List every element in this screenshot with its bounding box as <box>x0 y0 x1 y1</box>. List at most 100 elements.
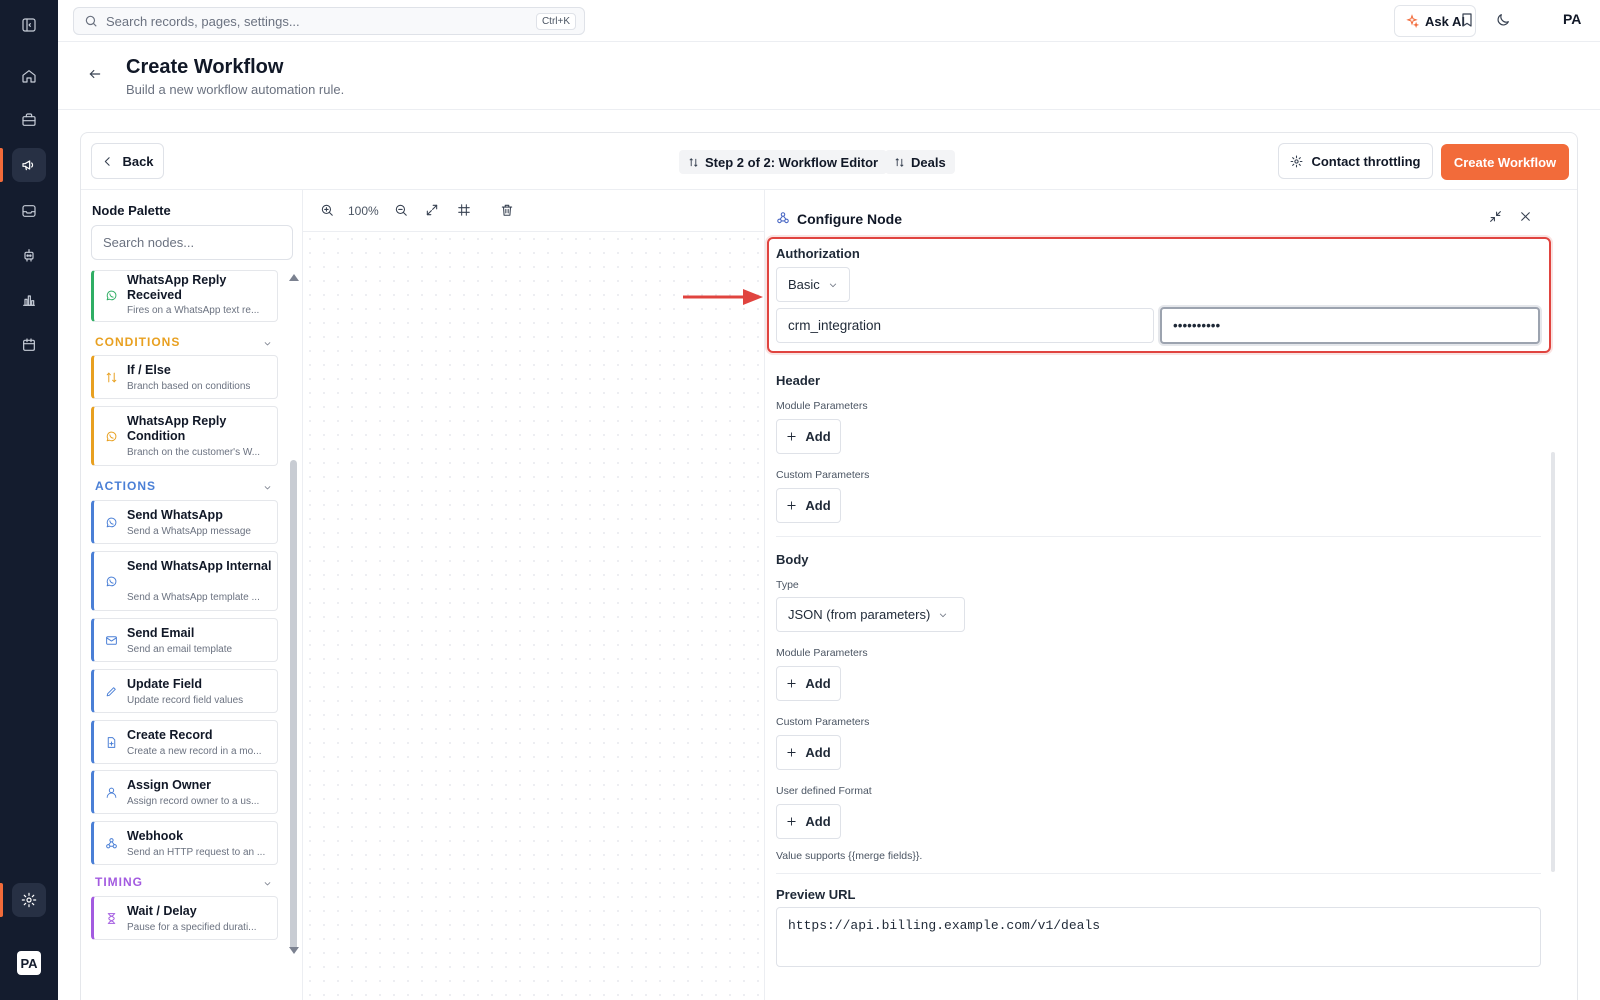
sidebar-item-calendar[interactable] <box>12 328 46 362</box>
sidebar-item-inbox[interactable] <box>12 194 46 228</box>
plus-icon <box>787 679 796 688</box>
search-icon <box>85 15 97 27</box>
config-scrollbar[interactable] <box>1551 452 1555 872</box>
fit-view-button[interactable] <box>425 203 441 219</box>
theme-toggle-button[interactable] <box>1495 12 1513 30</box>
global-search-input[interactable]: Search records, pages, settings... Ctrl+… <box>73 7 585 35</box>
palette-item-if-else[interactable]: If / Else Branch based on conditions <box>91 355 278 399</box>
body-type-value: JSON (from parameters) <box>788 607 931 622</box>
module-label: Deals <box>911 154 946 170</box>
header-custom-params-add-button[interactable]: Add <box>776 488 841 523</box>
step-indicator: Step 2 of 2: Workflow Editor <box>679 150 888 174</box>
palette-item-name: WhatsApp Reply Received <box>127 273 227 302</box>
palette-item-desc: Branch on the customer's W... <box>127 447 261 458</box>
auth-password-input[interactable]: •••••••••• <box>1160 307 1540 344</box>
sidebar-item-automation[interactable] <box>12 238 46 272</box>
sidebar-item-settings[interactable] <box>12 883 46 917</box>
collapse-panel-button[interactable] <box>1489 210 1505 226</box>
chevron-down-icon[interactable] <box>263 480 273 490</box>
header-custom-params-label: Custom Parameters <box>776 469 870 481</box>
bookmark-button[interactable] <box>1459 12 1477 30</box>
category-actions[interactable]: ACTIONS <box>95 479 156 493</box>
zoom-in-icon <box>321 204 333 216</box>
whatsapp-icon <box>105 516 119 530</box>
body-user-format-add-button[interactable]: Add <box>776 804 841 839</box>
palette-item-send-whatsapp-internal[interactable]: Send WhatsApp Internal Send a WhatsApp t… <box>91 551 278 611</box>
palette-scrollbar[interactable] <box>290 460 297 950</box>
plus-icon <box>787 817 796 826</box>
palette-item-desc: Send a WhatsApp template ... <box>127 592 260 603</box>
palette-item-whatsapp-reply-received[interactable]: WhatsApp Reply Received Fires on a Whats… <box>91 270 278 322</box>
palette-item-whatsapp-reply-condition[interactable]: WhatsApp Reply Condition Branch on the c… <box>91 406 278 466</box>
zoom-level: 100% <box>348 204 379 218</box>
auth-username-input[interactable]: crm_integration <box>776 308 1154 343</box>
sidebar-toggle-button[interactable] <box>12 8 46 42</box>
header-module-params-add-button[interactable]: Add <box>776 419 841 454</box>
preview-url-field[interactable]: https://api.billing.example.com/v1/deals <box>776 907 1541 967</box>
palette-item-desc: Pause for a specified durati... <box>127 922 257 933</box>
whatsapp-icon <box>105 430 119 444</box>
page-back-button[interactable] <box>88 67 104 83</box>
create-workflow-button[interactable]: Create Workflow <box>1441 144 1569 180</box>
back-label: Back <box>122 153 154 169</box>
back-button[interactable]: Back <box>91 143 164 179</box>
sidebar-item-home[interactable] <box>12 59 46 93</box>
palette-item-update-field[interactable]: Update Field Update record field values <box>91 669 278 713</box>
chevron-down-icon[interactable] <box>263 336 273 346</box>
zoom-out-button[interactable] <box>394 203 410 219</box>
contact-throttling-button[interactable]: Contact throttling <box>1278 143 1433 179</box>
palette-item-wait-delay[interactable]: Wait / Delay Pause for a specified durat… <box>91 896 278 940</box>
calendar-icon <box>23 338 35 351</box>
trash-icon <box>501 204 513 216</box>
workflow-canvas[interactable]: 100% <box>303 190 764 1000</box>
chevron-down-icon[interactable] <box>263 876 273 886</box>
scroll-down-arrow[interactable] <box>289 947 299 954</box>
add-label: Add <box>805 429 831 444</box>
auth-type-value: Basic <box>788 277 820 292</box>
palette-item-assign-owner[interactable]: Assign Owner Assign record owner to a us… <box>91 770 278 814</box>
panel-icon <box>22 18 36 32</box>
grid-toggle-button[interactable] <box>457 203 473 219</box>
close-panel-button[interactable] <box>1519 210 1535 226</box>
palette-item-name: Wait / Delay <box>127 904 197 918</box>
editor-toolbar: Back Step 2 of 2: Workflow Editor Deals … <box>81 133 1577 190</box>
configure-node-panel: Configure Node Authorization Basic crm_i… <box>764 190 1577 1000</box>
body-module-params-add-button[interactable]: Add <box>776 666 841 701</box>
plus-icon <box>787 501 796 510</box>
body-custom-params-add-button[interactable]: Add <box>776 735 841 770</box>
add-label: Add <box>805 676 831 691</box>
palette-item-webhook[interactable]: Webhook Send an HTTP request to an ... <box>91 821 278 865</box>
palette-item-create-record[interactable]: Create Record Create a new record in a m… <box>91 720 278 764</box>
palette-item-name: Send Email <box>127 626 195 640</box>
hourglass-icon <box>105 912 119 926</box>
category-conditions[interactable]: CONDITIONS <box>95 335 180 349</box>
palette-item-name: If / Else <box>127 363 171 377</box>
avatar[interactable]: PA <box>17 951 41 975</box>
hash-icon <box>458 204 470 216</box>
page-header: Create Workflow Build a new workflow aut… <box>58 42 1600 110</box>
zoom-in-button[interactable] <box>320 203 336 219</box>
user-avatar[interactable]: PA <box>1563 11 1581 27</box>
body-type-select[interactable]: JSON (from parameters) <box>776 597 965 632</box>
node-search-input[interactable] <box>91 225 293 260</box>
sidebar-item-reports[interactable] <box>12 283 46 317</box>
active-indicator <box>0 148 3 182</box>
workflow-editor-card: Back Step 2 of 2: Workflow Editor Deals … <box>80 132 1578 1000</box>
branch-icon <box>689 157 698 167</box>
body-user-format-label: User defined Format <box>776 785 872 797</box>
divider <box>776 873 1541 874</box>
delete-button[interactable] <box>500 203 516 219</box>
scroll-up-arrow[interactable] <box>289 274 299 281</box>
bookmark-icon <box>1462 13 1472 27</box>
palette-item-send-email[interactable]: Send Email Send an email template <box>91 618 278 662</box>
divider <box>776 536 1541 537</box>
sidebar-item-campaigns[interactable] <box>12 148 46 182</box>
sidebar-item-deals[interactable] <box>12 103 46 137</box>
palette-item-desc: Update record field values <box>127 695 244 706</box>
category-timing[interactable]: TIMING <box>95 875 143 889</box>
chevron-left-icon <box>105 156 111 166</box>
palette-item-desc: Send an HTTP request to an ... <box>127 847 266 858</box>
palette-item-send-whatsapp[interactable]: Send WhatsApp Send a WhatsApp message <box>91 500 278 544</box>
auth-type-select[interactable]: Basic <box>776 267 850 302</box>
megaphone-icon <box>22 160 34 171</box>
